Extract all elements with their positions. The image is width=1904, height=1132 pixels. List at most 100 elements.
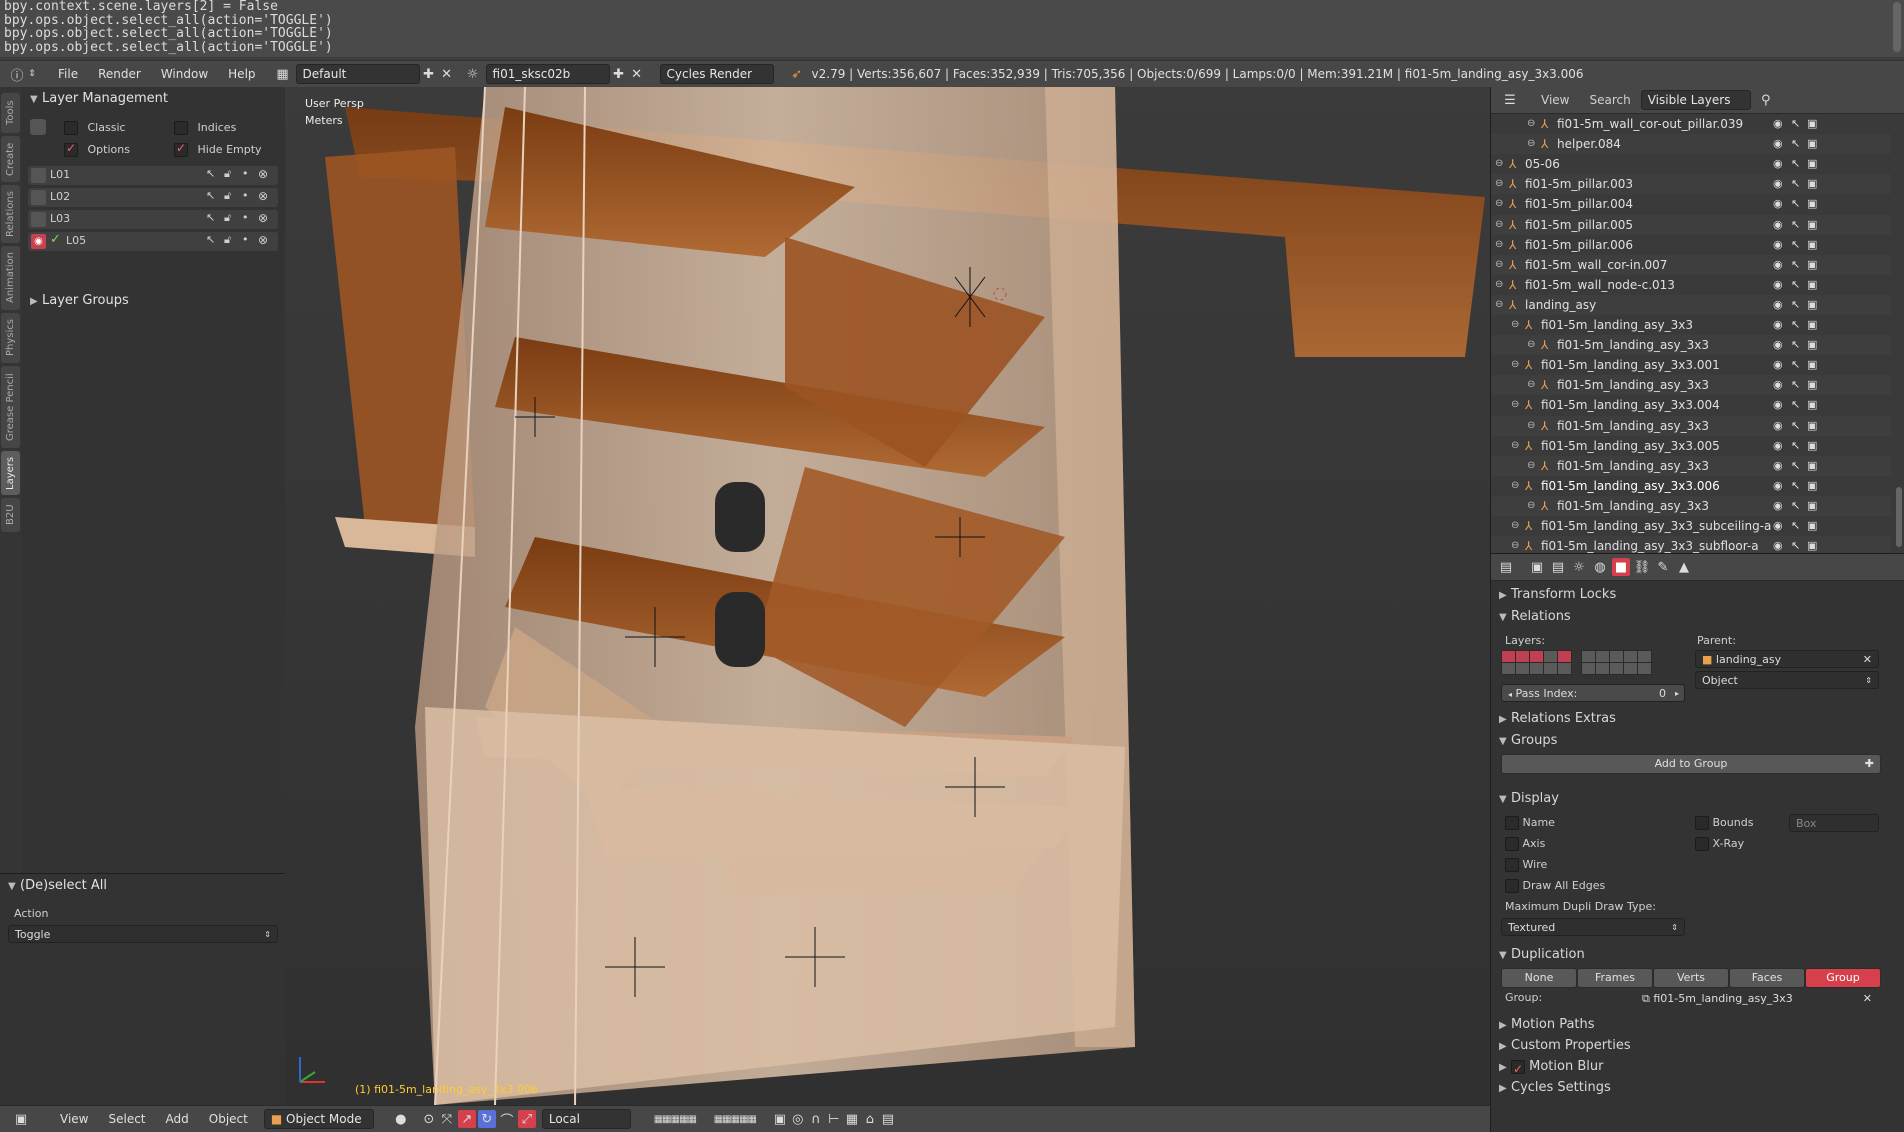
select-arrow-icon[interactable]: ↖ [1791,215,1800,235]
select-arrow-icon[interactable]: ↖ [1791,134,1800,154]
outliner-item-name[interactable]: fi01-5m_pillar.006 [1525,235,1633,255]
select-arrow-icon[interactable]: ↖ [1791,516,1800,536]
curve-icon[interactable]: ⌒ [498,1110,516,1129]
name-option[interactable]: Name [1505,816,1555,830]
layers-tab-icon[interactable]: ▤ [1549,558,1567,576]
eye-icon[interactable]: ◉ [31,234,46,249]
expand-toggle-icon[interactable]: ⊖ [1527,456,1535,476]
lock-icon[interactable]: 🔓︎ [224,167,231,181]
layer-visibility-toggle[interactable] [31,212,46,227]
select-arrow-icon[interactable]: ↖ [1791,235,1800,255]
outliner-row[interactable]: ⊖ ⅄ fi01-5m_pillar.005 ◉ ↖ ▣ [1491,214,1891,235]
outliner-row[interactable]: ⊖ ⅄ fi01-5m_wall_cor-out_pillar.039 ◉ ↖ ▣ [1491,114,1891,134]
outliner-item-name[interactable]: fi01-5m_landing_asy_3x3 [1557,456,1709,476]
dot-icon[interactable]: • [242,211,249,224]
max-dupli-select[interactable]: Textured ⇕ [1501,918,1685,936]
expand-toggle-icon[interactable]: ⊖ [1511,536,1519,553]
outliner-item-name[interactable]: fi01-5m_landing_asy_3x3 [1557,416,1709,436]
parent-type-select[interactable]: Object ⇕ [1695,671,1879,689]
object-tab-icon[interactable]: ■ [1612,558,1630,576]
mode-select[interactable]: ■ Object Mode [263,1109,374,1129]
outliner-tree[interactable]: ⊖ ⅄ fi01-5m_wall_cor-out_pillar.039 ◉ ↖ ▣ ⊖ ⅄ he… [1491,114,1904,553]
expand-toggle-icon[interactable]: ⊖ [1527,375,1535,395]
menu-view[interactable]: View [50,1112,98,1126]
outliner-row[interactable]: ⊖ ⅄ fi01-5m_landing_asy_3x3.006 ◉ ↖ ▣ [1491,476,1891,496]
expand-toggle-icon[interactable]: ⊖ [1495,154,1503,174]
render-icon[interactable]: ▣ [1807,235,1817,255]
option-hide-empty[interactable]: Hide Empty [174,141,262,157]
eye-icon[interactable]: ◉ [1773,395,1783,415]
screen-layout-icon[interactable]: ▦ [274,65,292,83]
layer-row[interactable]: ◉ ✓ L05 ↖ 🔓︎ • ⊗ [28,232,278,251]
render-icon[interactable]: ▣ [1807,114,1817,134]
layer-row[interactable]: L01 ↖ 🔓︎ • ⊗ [28,166,278,185]
select-arrow-icon[interactable]: ↖ [1791,436,1800,456]
outliner-row[interactable]: ⊖ ⅄ fi01-5m_pillar.003 ◉ ↖ ▣ [1491,174,1891,195]
eye-icon[interactable]: ◉ [1773,154,1783,174]
render-icon[interactable]: ▣ [1807,295,1817,315]
tab-grease-pencil[interactable]: Grease Pencil [1,366,20,448]
draw-all-edges-option[interactable]: Draw All Edges [1505,879,1605,893]
motion-blur-header[interactable]: ▶ Motion Blur [1491,1056,1879,1080]
option-options[interactable]: Options [64,141,130,157]
data-tab-icon[interactable]: ▲ [1675,558,1693,576]
display-header[interactable]: ▼ Display [1491,788,1879,810]
pass-index-field[interactable]: ◂ Pass Index: 0 ▸ [1501,684,1685,702]
select-arrow-icon[interactable]: ↖ [1791,355,1800,375]
outliner-row[interactable]: ⊖ ⅄ fi01-5m_landing_asy_3x3.004 ◉ ↖ ▣ [1491,395,1891,415]
tab-b2u[interactable]: B2U [1,498,20,532]
render-icon[interactable]: ▣ [1807,154,1817,174]
outliner-item-name[interactable]: fi01-5m_landing_asy_3x3.005 [1541,436,1720,456]
outliner-item-name[interactable]: fi01-5m_landing_asy_3x3 [1541,315,1693,335]
render-icon[interactable]: ▣ [1807,134,1817,154]
select-arrow-icon[interactable]: ↖ [1791,154,1800,174]
viewport-scene[interactable] [285,87,1490,1105]
render-icon[interactable]: ▣ [1807,416,1817,436]
layer-toggle-button[interactable] [1595,662,1610,675]
outliner-row[interactable]: ⊖ ⅄ fi01-5m_pillar.006 ◉ ↖ ▣ [1491,235,1891,255]
select-arrow-icon[interactable]: ↖ [1791,335,1800,355]
tab-relations[interactable]: Relations [1,185,20,243]
outliner-row[interactable]: ⊖ ⅄ fi01-5m_landing_asy_3x3 ◉ ↖ ▣ [1491,375,1891,396]
select-arrow-icon[interactable]: ↖ [1791,416,1800,436]
eye-icon[interactable]: ◉ [1773,375,1783,395]
layer-name[interactable]: L02 [50,190,70,203]
render-icon[interactable]: ▣ [1807,516,1817,536]
layer-name[interactable]: L05 [66,234,86,247]
menu-file[interactable]: File [48,67,88,81]
layer-visibility-toggle[interactable] [31,168,46,183]
dupli-verts-button[interactable]: Verts [1653,968,1729,988]
dupli-group-button[interactable]: Group [1805,968,1881,988]
layer-name[interactable]: L03 [50,212,70,225]
option-classic[interactable]: Classic [64,121,126,135]
layer-toggle-button[interactable] [1623,662,1638,675]
tab-layers[interactable]: Layers [1,451,20,495]
eye-icon[interactable]: ◉ [1773,355,1783,375]
name-checkbox[interactable] [1505,816,1519,830]
options-checkbox[interactable] [64,141,78,157]
scene-icon[interactable]: ☼ [464,65,482,83]
select-arrow-icon[interactable]: ↖ [1791,395,1800,415]
eye-icon[interactable]: ◉ [1773,174,1783,194]
snap-element-icon[interactable]: ⊢ [825,1110,843,1128]
tab-tools[interactable]: Tools [1,93,20,133]
tab-animation[interactable]: Animation [1,246,20,310]
render-icon[interactable]: ▣ [1807,496,1817,516]
render-icon[interactable]: ▣ [1807,395,1817,415]
outliner-item-name[interactable]: fi01-5m_wall_cor-in.007 [1525,255,1667,275]
select-arrow-icon[interactable]: ↖ [1791,174,1800,194]
outliner-item-name[interactable]: fi01-5m_landing_asy_3x3_subceiling-a [1541,516,1771,536]
screen-layout-field[interactable]: Default [295,64,420,84]
render-icon[interactable]: ▣ [1807,174,1817,194]
outliner-row[interactable]: ⊖ ⅄ fi01-5m_landing_asy_3x3_subfloor-a ◉ ↖ ▣ [1491,536,1891,553]
eye-icon[interactable]: ◉ [1773,255,1783,275]
expand-toggle-icon[interactable]: ⊖ [1495,174,1503,194]
editor-type-dropdown-icon[interactable]: ⇕ [26,65,38,83]
eye-icon[interactable]: ◉ [1773,516,1783,536]
select-arrow-icon[interactable]: ↖ [206,211,215,224]
layer-toggle-button[interactable] [1501,662,1516,675]
add-to-group-button[interactable]: Add to Group ✚ [1501,754,1881,774]
display-mode-select[interactable]: Visible Layers [1640,90,1751,110]
rotate-manipulator-icon[interactable]: ↻ [477,1110,496,1128]
render-engine-select[interactable]: Cycles Render [659,64,774,84]
